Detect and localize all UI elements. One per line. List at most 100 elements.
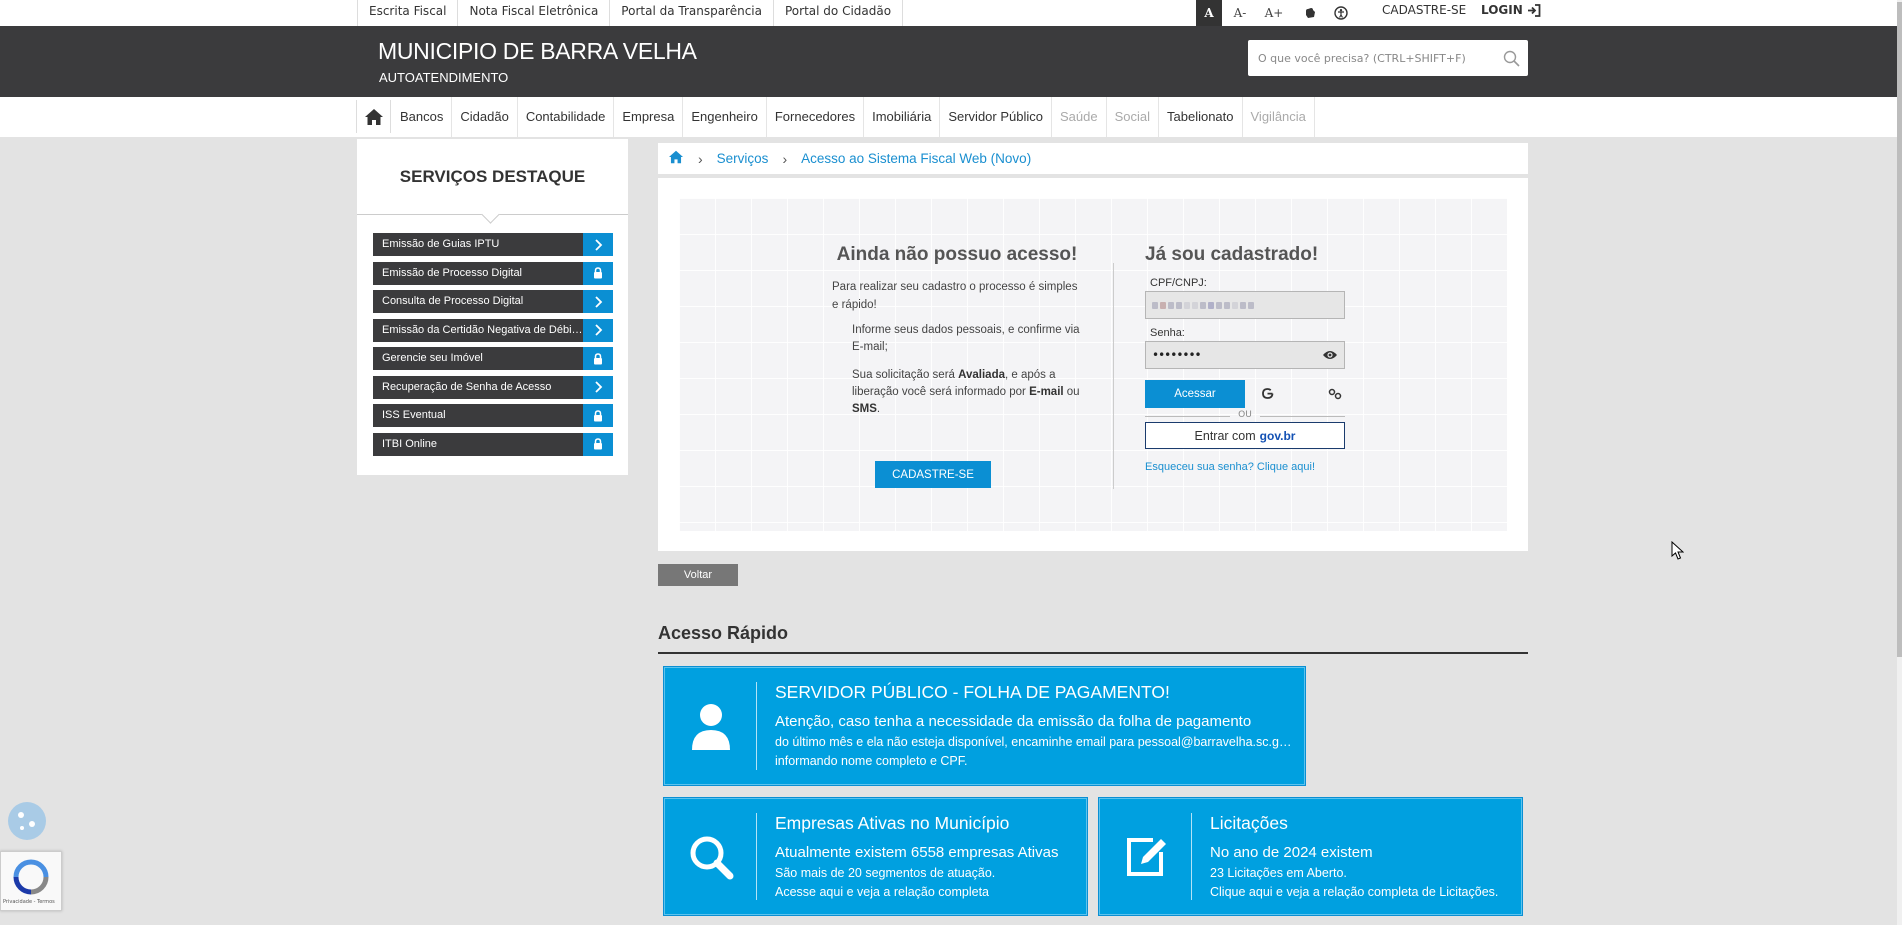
- card-line-2: São mais de 20 segmentos de atuação.: [775, 866, 996, 880]
- scrollbar-thumb[interactable]: [1897, 2, 1902, 657]
- breadcrumb-servicos[interactable]: Serviços: [717, 151, 769, 166]
- card-title: Licitações: [1210, 813, 1288, 833]
- recaptcha-icon: [13, 859, 49, 895]
- recaptcha-text[interactable]: Privacidade - Termos: [3, 899, 55, 905]
- or-divider: OU: [1145, 410, 1345, 420]
- password-value: ••••••••: [1152, 348, 1202, 362]
- cookie-icon[interactable]: [8, 802, 46, 840]
- card-line-3: Clique aqui e veja a relação completa de…: [1210, 885, 1499, 899]
- service-item-label: Emissão de Guias IPTU: [373, 233, 583, 256]
- service-item-recuperacao-senha[interactable]: Recuperação de Senha de Acesso: [373, 375, 613, 399]
- cpf-field[interactable]: [1145, 291, 1345, 319]
- font-normal-button[interactable]: A: [1196, 0, 1222, 26]
- card-licitacoes[interactable]: Licitações No ano de 2024 existem 23 Lic…: [1099, 798, 1522, 915]
- back-button[interactable]: Voltar: [658, 564, 738, 586]
- card-title: Empresas Ativas no Município: [775, 813, 1010, 833]
- nav-item-imobiliaria[interactable]: Imobiliária: [864, 97, 941, 137]
- nav-item-engenheiro[interactable]: Engenheiro: [683, 97, 767, 137]
- govbr-login-button[interactable]: Entrar com gov.br: [1145, 422, 1345, 449]
- card-servidor-publico[interactable]: SERVIDOR PÚBLICO - FOLHA DE PAGAMENTO! A…: [664, 667, 1305, 785]
- breadcrumb-separator: ›: [698, 150, 703, 167]
- top-bar: Escrita Fiscal Nota Fiscal Eletrônica Po…: [0, 0, 1902, 26]
- edit-icon: [1100, 799, 1191, 914]
- lock-icon: [583, 432, 613, 456]
- chevron-right-icon: [583, 233, 613, 256]
- nav-item-tabelionato[interactable]: Tabelionato: [1159, 97, 1243, 137]
- card-divider: [1191, 813, 1192, 901]
- blurred-value: [1152, 301, 1254, 309]
- service-item-iss-eventual[interactable]: ISS Eventual: [373, 404, 613, 427]
- link-portal-transparencia[interactable]: Portal da Transparência: [609, 0, 773, 26]
- service-item-label: Emissão de Processo Digital: [373, 261, 583, 285]
- card-title: SERVIDOR PÚBLICO - FOLHA DE PAGAMENTO!: [775, 682, 1170, 702]
- lock-icon: [583, 261, 613, 285]
- home-icon[interactable]: [668, 150, 684, 167]
- top-links: Escrita Fiscal Nota Fiscal Eletrônica Po…: [357, 0, 904, 26]
- login-button[interactable]: Acessar: [1145, 380, 1245, 408]
- link-nota-fiscal[interactable]: Nota Fiscal Eletrônica: [457, 0, 609, 26]
- search-icon: [665, 799, 756, 914]
- nav-item-contabilidade[interactable]: Contabilidade: [518, 97, 615, 137]
- site-subtitle: AUTOATENDIMENTO: [379, 70, 509, 85]
- sign-in-icon: [1527, 3, 1541, 17]
- divider-notch: [481, 205, 500, 224]
- top-cadastre-link[interactable]: CADASTRE-SE: [1382, 0, 1466, 20]
- breadcrumb-separator: ›: [782, 150, 788, 167]
- nav-item-cidadao[interactable]: Cidadão: [452, 97, 518, 137]
- login-background: Ainda não possuo acesso! Para realizar s…: [679, 198, 1507, 531]
- password-field[interactable]: ••••••••: [1145, 341, 1345, 369]
- top-login-link[interactable]: LOGIN: [1481, 0, 1541, 20]
- certificate-icon[interactable]: [1328, 385, 1342, 404]
- register-button[interactable]: CADASTRE-SE: [875, 461, 991, 488]
- search-icon[interactable]: [1494, 50, 1528, 67]
- nav-item-bancos[interactable]: Bancos: [392, 97, 453, 137]
- register-step-2: Sua solicitação será Avaliada, e após a …: [852, 369, 1080, 415]
- chevron-right-icon: [583, 290, 613, 313]
- service-item-label: Emissão da Certidão Negativa de Débitos: [373, 318, 583, 342]
- login-panel: Ainda não possuo acesso! Para realizar s…: [658, 178, 1528, 551]
- home-icon[interactable]: [356, 100, 391, 133]
- card-line-1: No ano de 2024 existem: [1210, 844, 1373, 861]
- forgot-password-link[interactable]: Esqueceu sua senha? Clique aqui!: [1145, 461, 1350, 473]
- nav-item-servidor-publico[interactable]: Servidor Público: [940, 97, 1052, 137]
- service-item-processo-digital[interactable]: Emissão de Processo Digital: [373, 261, 613, 285]
- vertical-divider: [1113, 263, 1114, 489]
- font-increase-button[interactable]: A+: [1260, 0, 1288, 26]
- chevron-right-icon: [583, 318, 613, 342]
- link-escrita-fiscal[interactable]: Escrita Fiscal: [357, 0, 457, 26]
- service-item-guias-iptu[interactable]: Emissão de Guias IPTU: [373, 233, 613, 256]
- nav-item-empresa[interactable]: Empresa: [614, 97, 684, 137]
- govbr-logo: gov.br: [1259, 428, 1296, 443]
- login-label: LOGIN: [1481, 3, 1523, 17]
- accessibility-icon[interactable]: [1328, 0, 1354, 26]
- service-item-itbi-online[interactable]: ITBI Online: [373, 432, 613, 456]
- service-item-gerencie-imovel[interactable]: Gerencie seu Imóvel: [373, 347, 613, 370]
- service-item-certidao-negativa[interactable]: Emissão da Certidão Negativa de Débitos: [373, 318, 613, 342]
- eye-icon[interactable]: [1322, 346, 1338, 365]
- service-item-label: ISS Eventual: [373, 404, 583, 427]
- site-title[interactable]: MUNICIPIO DE BARRA VELHA: [378, 38, 697, 65]
- main-nav: Bancos Cidadão Contabilidade Empresa Eng…: [0, 97, 1897, 137]
- service-item-label: Consulta de Processo Digital: [373, 290, 583, 313]
- featured-services-panel: SERVIÇOS DESTAQUE Emissão de Guias IPTU …: [357, 139, 628, 475]
- recaptcha-badge[interactable]: Privacidade - Termos: [0, 851, 62, 911]
- register-title: Ainda não possuo acesso!: [836, 244, 1078, 265]
- nav-item-fornecedores[interactable]: Fornecedores: [767, 97, 865, 137]
- card-line-2: do último mês e ela não esteja disponíve…: [775, 735, 1295, 749]
- search-input[interactable]: [1248, 51, 1494, 65]
- lock-icon: [583, 404, 613, 427]
- service-item-label: Gerencie seu Imóvel: [373, 347, 583, 370]
- nav-item-saude: Saúde: [1052, 97, 1107, 137]
- font-decrease-button[interactable]: A-: [1226, 0, 1254, 26]
- quick-access-title: Acesso Rápido: [658, 623, 789, 643]
- breadcrumb-current[interactable]: Acesso ao Sistema Fiscal Web (Novo): [801, 151, 1031, 166]
- link-portal-cidadao[interactable]: Portal do Cidadão: [773, 0, 904, 26]
- lock-icon: [583, 347, 613, 370]
- sign-language-icon[interactable]: [1296, 0, 1324, 26]
- nav-item-social: Social: [1107, 97, 1159, 137]
- google-icon[interactable]: [1261, 385, 1274, 404]
- breadcrumb: › Serviços › Acesso ao Sistema Fiscal We…: [658, 143, 1528, 174]
- service-item-consulta-processo[interactable]: Consulta de Processo Digital: [373, 290, 613, 313]
- chevron-right-icon: [583, 375, 613, 399]
- card-empresas-ativas[interactable]: Empresas Ativas no Município Atualmente …: [664, 798, 1087, 915]
